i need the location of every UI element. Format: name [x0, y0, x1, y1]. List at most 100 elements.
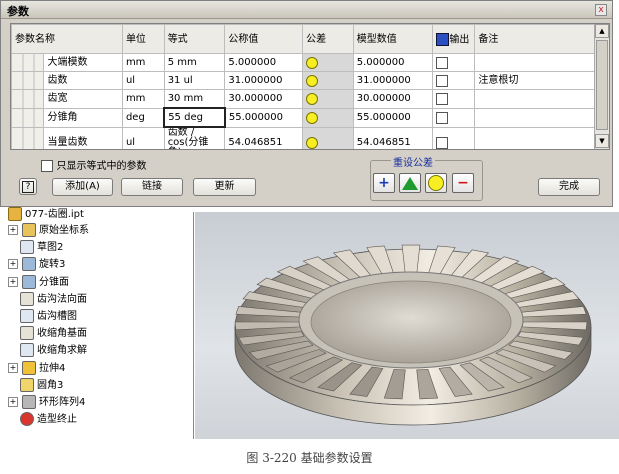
cell-unit[interactable]: deg [121, 107, 165, 128]
tree-item[interactable]: + 分锥面 [8, 274, 69, 291]
cell-unit[interactable]: ul [121, 126, 165, 149]
filter-checkbox-row[interactable]: 只显示等式中的参数 [41, 159, 147, 173]
cell-export[interactable] [432, 107, 476, 128]
table-row[interactable]: 齿宽 mm 30 mm 30.000000 30.000000 [11, 89, 609, 109]
cell-equation[interactable]: 5 mm [163, 53, 226, 72]
scroll-thumb[interactable] [596, 40, 608, 130]
table-row[interactable]: 齿数 ul 31 ul 31.000000 31.000000 注意根切 [11, 71, 609, 90]
cell-export[interactable] [432, 71, 476, 90]
cell-equation[interactable]: 31 ul [163, 71, 226, 90]
expand-icon[interactable]: + [8, 276, 18, 287]
cell-unit[interactable]: mm [121, 89, 165, 109]
tolerance-nominal-button[interactable] [425, 173, 447, 193]
tree-item[interactable]: + 环形阵列4 [8, 395, 85, 411]
cell-unit[interactable]: ul [121, 71, 165, 90]
expand-icon[interactable]: + [8, 397, 18, 407]
export-checkbox[interactable] [436, 136, 449, 149]
cell-comment[interactable] [474, 107, 609, 128]
workplane-icon [20, 326, 34, 341]
sketch-icon [20, 343, 34, 358]
link-button[interactable]: 链接 [121, 178, 183, 196]
cell-comment[interactable] [474, 126, 609, 149]
scroll-up-icon[interactable]: ▲ [595, 24, 609, 38]
header-name[interactable]: 参数名称 [11, 24, 123, 54]
cell-name[interactable]: 齿宽 [43, 89, 123, 109]
tree-root[interactable]: 077-齿圈.ipt [8, 207, 84, 223]
cell-comment[interactable]: 注意根切 [474, 71, 609, 90]
done-button[interactable]: 完成 [538, 178, 600, 196]
tree-item[interactable]: 收缩角求解 [8, 343, 87, 359]
update-button[interactable]: 更新 [193, 178, 256, 196]
tree-item[interactable]: 草图2 [8, 240, 63, 256]
workplane-icon [20, 291, 34, 306]
tree-item[interactable]: + 原始坐标系 [8, 223, 89, 239]
cell-tolerance[interactable] [302, 107, 354, 128]
export-checkbox[interactable] [436, 111, 449, 124]
dialog-titlebar[interactable]: 参数 x [1, 1, 612, 19]
table-scrollbar[interactable]: ▲ ▼ [594, 24, 609, 149]
tolerance-lower-button[interactable]: − [452, 173, 474, 193]
table-row[interactable]: 分锥角 deg 55 deg 55.000000 55.000000 [11, 107, 609, 128]
export-checkbox[interactable] [436, 92, 449, 105]
cell-name[interactable]: 大端模数 [43, 53, 123, 72]
cell-model-value[interactable]: 55.000000 [352, 107, 434, 128]
tree-item[interactable]: 齿沟槽图 [8, 309, 77, 325]
export-checkbox[interactable] [436, 56, 449, 69]
help-button[interactable]: ? [19, 178, 37, 195]
header-comment[interactable]: 备注 [474, 24, 609, 54]
tree-line-icon [8, 381, 16, 389]
tolerance-upper-button[interactable]: + [373, 173, 395, 193]
cell-tolerance[interactable] [302, 89, 354, 109]
header-tolerance[interactable]: 公差 [302, 24, 354, 54]
tree-item[interactable]: + 旋转3 [8, 257, 65, 273]
expand-icon[interactable]: + [8, 362, 18, 373]
close-button[interactable]: x [595, 4, 607, 16]
export-checkbox[interactable] [436, 74, 449, 87]
tree-item[interactable]: 齿沟法向面 [8, 291, 87, 308]
tree-root-label: 077-齿圈.ipt [25, 209, 84, 220]
expand-icon[interactable]: + [8, 259, 18, 270]
cell-nominal: 54.046851 [224, 126, 304, 149]
cell-equation[interactable]: 30 mm [163, 89, 226, 109]
cell-tolerance[interactable] [302, 126, 354, 149]
tree-line-icon [8, 295, 16, 303]
help-icon: ? [22, 181, 34, 193]
add-button[interactable]: 添加(A) [52, 178, 113, 196]
cell-comment[interactable] [474, 89, 609, 109]
tree-item-label: 拉伸4 [39, 362, 66, 374]
cell-export[interactable] [432, 89, 476, 109]
cell-equation[interactable]: 齿数 / cos(分锥角) [163, 126, 226, 149]
fillet-icon [20, 377, 34, 392]
tree-item[interactable]: 造型终止 [8, 412, 77, 428]
cell-model-value[interactable]: 31.000000 [352, 71, 434, 90]
filter-checkbox[interactable] [41, 160, 53, 172]
cell-unit[interactable]: mm [121, 53, 165, 72]
header-model-value[interactable]: 模型数值 [352, 24, 434, 54]
table-row[interactable]: 大端模数 mm 5 mm 5.000000 5.000000 [11, 53, 609, 72]
cell-comment[interactable] [474, 53, 609, 72]
cell-name[interactable]: 分锥角 [43, 107, 123, 128]
header-export[interactable]: 输出 [432, 24, 476, 54]
tree-item[interactable]: 圆角3 [8, 377, 63, 394]
cell-name[interactable]: 齿数 [43, 71, 123, 90]
cell-equation[interactable]: 55 deg [163, 107, 226, 128]
cell-model-value[interactable]: 30.000000 [352, 89, 434, 109]
tree-item[interactable]: 收缩角基面 [8, 326, 87, 342]
cell-export[interactable] [432, 53, 476, 72]
tolerance-median-button[interactable] [399, 173, 421, 193]
cell-model-value[interactable]: 5.000000 [352, 53, 434, 72]
expand-icon[interactable]: + [8, 225, 18, 235]
scroll-down-icon[interactable]: ▼ [595, 134, 609, 148]
header-unit[interactable]: 单位 [121, 24, 165, 54]
cell-tolerance[interactable] [302, 71, 354, 90]
cell-name[interactable]: 当量齿数 [43, 126, 123, 149]
table-row[interactable]: 当量齿数 ul 齿数 / cos(分锥角) 54.046851 54.04685… [11, 126, 609, 149]
header-nominal[interactable]: 公称值 [224, 24, 304, 54]
header-equation[interactable]: 等式 [163, 24, 226, 54]
cell-tolerance[interactable] [302, 53, 354, 72]
graphics-viewport[interactable] [195, 212, 619, 439]
cell-model-value[interactable]: 54.046851 [352, 126, 434, 149]
plus-icon: + [378, 175, 390, 191]
cell-export[interactable] [432, 126, 476, 149]
tree-item[interactable]: + 拉伸4 [8, 360, 66, 377]
